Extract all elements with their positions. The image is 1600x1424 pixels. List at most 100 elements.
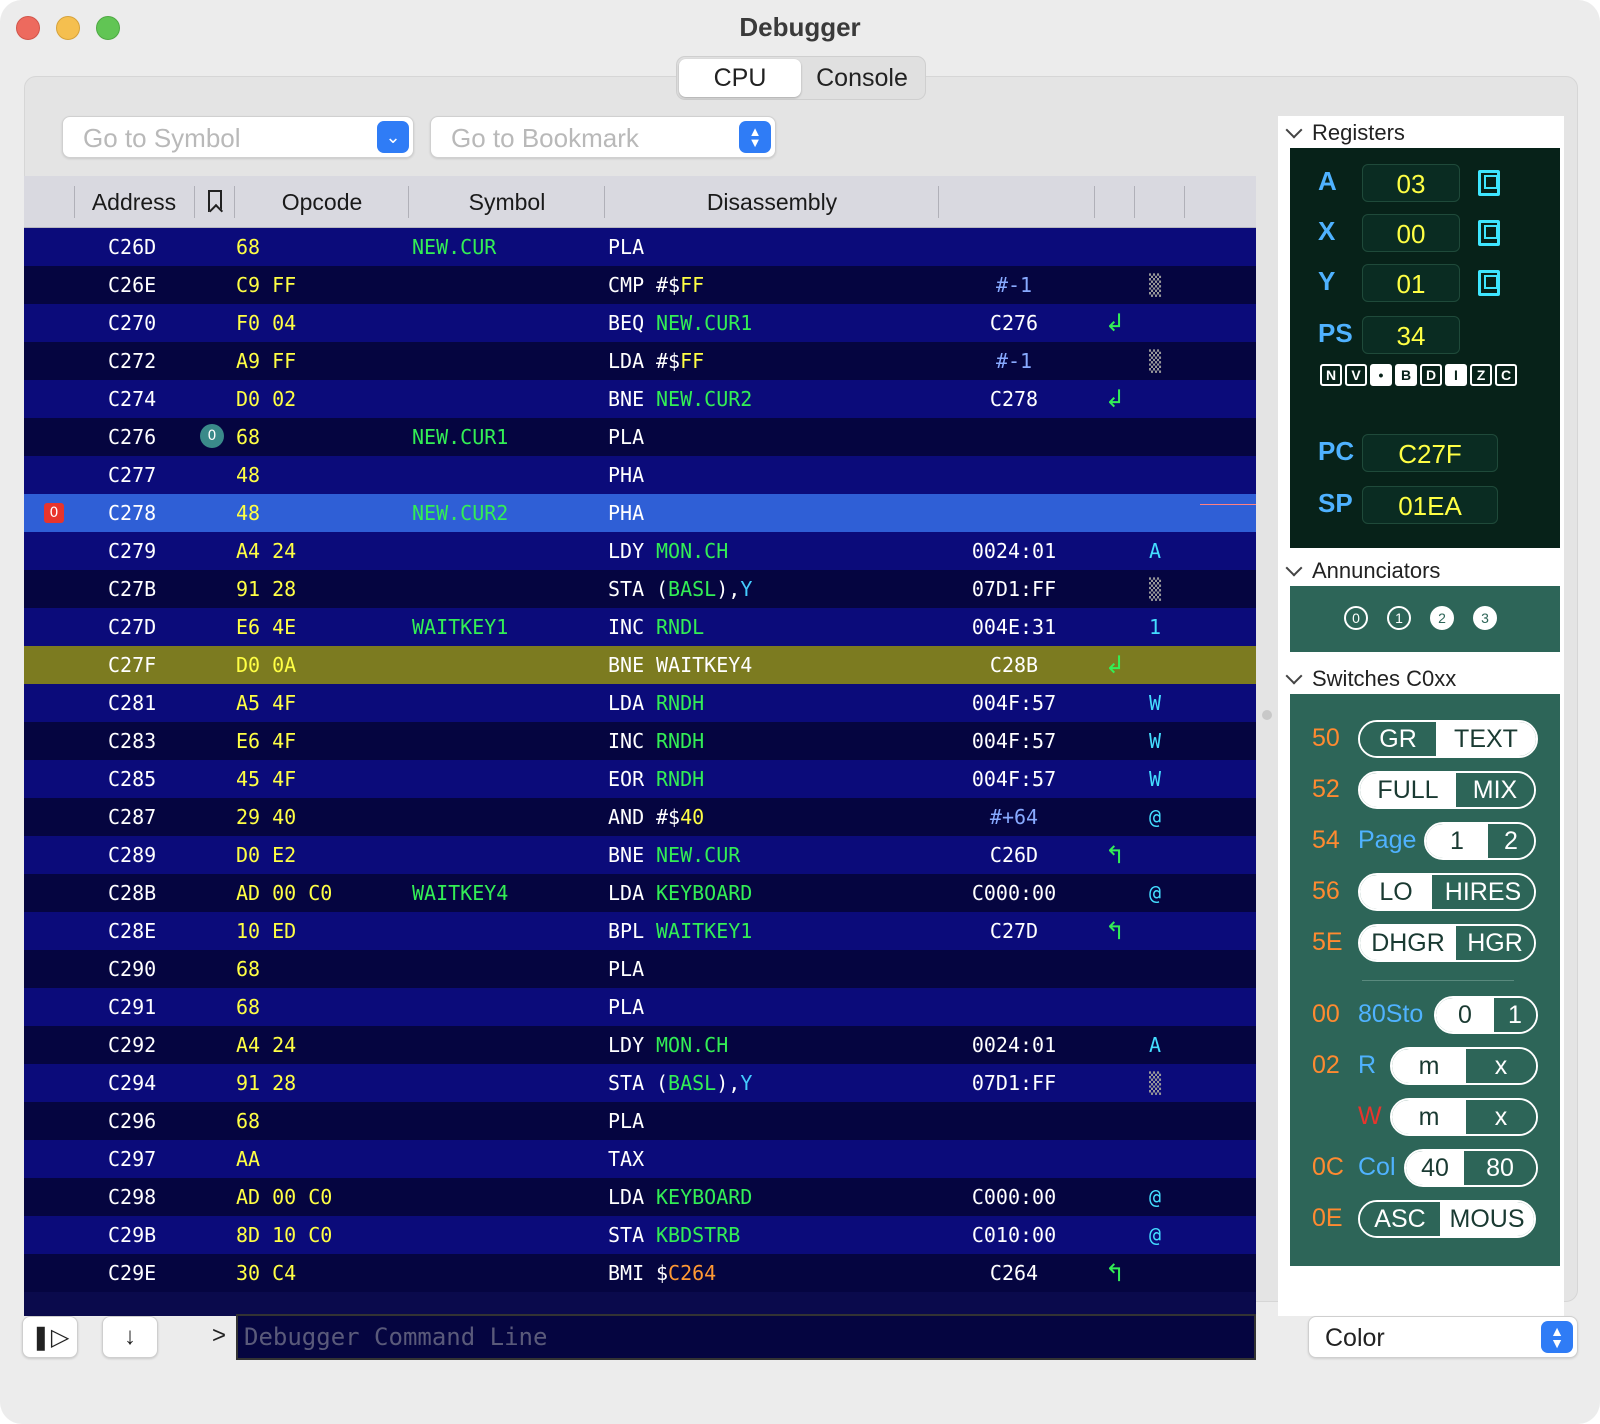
table-row[interactable]: C26D 68 NEW.CUR PLA (24, 228, 1256, 266)
switch-toggle[interactable]: 01 (1434, 996, 1538, 1034)
table-row[interactable]: C277 48 PHA (24, 456, 1256, 494)
bookmark-badge[interactable]: 0 (200, 424, 224, 448)
column-header-opcode[interactable]: Opcode (236, 176, 408, 228)
tab-console[interactable]: Console (801, 59, 923, 97)
switch-option-right[interactable]: 80 (1464, 1151, 1536, 1185)
switch-toggle[interactable]: LO HIRES (1358, 873, 1536, 911)
switch-option-right[interactable]: x (1466, 1100, 1536, 1134)
register-a-value[interactable]: 03 (1362, 164, 1460, 202)
flag-n[interactable]: N (1320, 364, 1342, 386)
chevron-down-icon[interactable]: ⌄ (377, 121, 409, 153)
table-row[interactable]: C298 AD 00 C0 LDA KEYBOARD C000:00 @ (24, 1178, 1256, 1216)
table-row[interactable]: C272 A9 FF LDA #$FF #-1 ▒ (24, 342, 1256, 380)
column-divider[interactable] (604, 186, 605, 218)
table-row[interactable]: C281 A5 4F LDA RNDH 004F:57 W (24, 684, 1256, 722)
table-row[interactable]: C270 F0 04 BEQ NEW.CUR1 C276 ↲ (24, 304, 1256, 342)
go-to-symbol-combobox[interactable]: Go to Symbol ⌄ (62, 116, 414, 158)
annunciator-3[interactable]: 3 (1473, 606, 1497, 630)
column-divider[interactable] (938, 186, 939, 218)
column-divider[interactable] (1184, 186, 1185, 218)
memory-icon[interactable] (1478, 220, 1500, 246)
column-divider[interactable] (194, 186, 195, 218)
switch-option-right[interactable]: x (1466, 1049, 1536, 1083)
table-row[interactable]: C292 A4 24 LDY MON.CH 0024:01 A (24, 1026, 1256, 1064)
switch-option-left[interactable]: ASC (1360, 1202, 1440, 1236)
switch-option-right[interactable]: MIX (1456, 773, 1534, 807)
table-row[interactable]: C26E C9 FF CMP #$FF #-1 ▒ (24, 266, 1256, 304)
switch-option-right[interactable]: MOUS (1440, 1202, 1534, 1236)
color-mode-popup[interactable]: Color ▲ ▼ (1308, 1316, 1578, 1358)
step-into-button[interactable]: ❚▷ (22, 1316, 78, 1358)
annunciator-2[interactable]: 2 (1430, 606, 1454, 630)
switch-option-right[interactable]: TEXT (1436, 722, 1536, 756)
step-over-button[interactable]: ↓ (102, 1316, 158, 1358)
table-row[interactable]: C290 68 PLA (24, 950, 1256, 988)
column-header-symbol[interactable]: Symbol (410, 176, 604, 228)
switch-toggle[interactable]: 40 80 (1404, 1149, 1538, 1187)
column-divider[interactable] (1094, 186, 1095, 218)
table-row[interactable]: C297 AA TAX (24, 1140, 1256, 1178)
annunciator-1[interactable]: 1 (1387, 606, 1411, 630)
register-sp-value[interactable]: 01EA (1362, 486, 1498, 524)
bookmark-icon[interactable] (208, 190, 222, 212)
table-row[interactable]: C274 D0 02 BNE NEW.CUR2 C278 ↲ (24, 380, 1256, 418)
column-divider[interactable] (408, 186, 409, 218)
flag-v[interactable]: V (1345, 364, 1367, 386)
table-row[interactable]: C29B 8D 10 C0 STA KBDSTRB C010:00 @ (24, 1216, 1256, 1254)
table-row[interactable]: 0 C278 48 NEW.CUR2 PHA (24, 494, 1256, 532)
annunciators-section-header[interactable]: Annunciators (1284, 558, 1440, 584)
column-divider[interactable] (1134, 186, 1135, 218)
column-divider[interactable] (74, 186, 75, 218)
table-row[interactable]: C296 68 PLA (24, 1102, 1256, 1140)
table-row[interactable]: C27B 91 28 STA (BASL),Y 07D1:FF ▒ (24, 570, 1256, 608)
flag-c[interactable]: C (1495, 364, 1517, 386)
switch-option-left[interactable]: m (1392, 1049, 1466, 1083)
switch-toggle[interactable]: mx (1390, 1047, 1538, 1085)
table-row[interactable]: C27F D0 0A BNE WAITKEY4 C28B ↲ (24, 646, 1256, 684)
switch-option-right[interactable]: 1 (1494, 998, 1536, 1032)
switch-option-left[interactable]: m (1392, 1100, 1466, 1134)
table-row[interactable]: C29E 30 C4 BMI $C264 C264 ↰ (24, 1254, 1256, 1292)
flag-unused[interactable]: • (1370, 364, 1392, 386)
register-ps-value[interactable]: 34 (1362, 316, 1460, 354)
debugger-command-line[interactable] (236, 1314, 1256, 1360)
memory-icon[interactable] (1478, 170, 1500, 196)
switch-toggle[interactable]: GR TEXT (1358, 720, 1538, 758)
table-row[interactable]: C279 A4 24 LDY MON.CH 0024:01 A (24, 532, 1256, 570)
table-row[interactable]: C28B AD 00 C0 WAITKEY4 LDA KEYBOARD C000:00 @ (24, 874, 1256, 912)
switch-toggle[interactable]: FULL MIX (1358, 771, 1536, 809)
switch-option-right[interactable]: 2 (1488, 824, 1534, 858)
table-row[interactable]: C27D E6 4E WAITKEY1 INC RNDL 004E:31 1 (24, 608, 1256, 646)
register-x-value[interactable]: 00 (1362, 214, 1460, 252)
switches-section-header[interactable]: Switches C0xx (1284, 666, 1456, 692)
switch-option-left[interactable]: 1 (1426, 824, 1488, 858)
switch-toggle[interactable]: ASC MOUS (1358, 1200, 1536, 1238)
column-divider[interactable] (234, 186, 235, 218)
register-pc-value[interactable]: C27F (1362, 434, 1498, 472)
table-row[interactable]: 0 C276 68 NEW.CUR1 PLA (24, 418, 1256, 456)
flag-z[interactable]: Z (1470, 364, 1492, 386)
tab-cpu[interactable]: CPU (679, 59, 801, 97)
table-row[interactable]: C287 29 40 AND #$40 #+64 @ (24, 798, 1256, 836)
column-header-disassembly[interactable]: Disassembly (606, 176, 938, 228)
go-to-bookmark-popup[interactable]: Go to Bookmark ▲ ▼ (430, 116, 776, 158)
flag-i[interactable]: I (1445, 364, 1467, 386)
switch-option-left[interactable]: GR (1360, 722, 1436, 756)
table-row[interactable]: C291 68 PLA (24, 988, 1256, 1026)
column-header-address[interactable]: Address (76, 176, 192, 228)
breakpoint-badge[interactable]: 0 (44, 503, 64, 523)
switch-toggle[interactable]: DHGR HGR (1358, 924, 1536, 962)
register-y-value[interactable]: 01 (1362, 264, 1460, 302)
flag-b[interactable]: B (1395, 364, 1417, 386)
switch-option-right[interactable]: HIRES (1432, 875, 1534, 909)
switch-toggle[interactable]: mx (1390, 1098, 1538, 1136)
switch-toggle[interactable]: 12 (1424, 822, 1536, 860)
splitter-handle[interactable] (1262, 710, 1272, 720)
memory-icon[interactable] (1478, 270, 1500, 296)
table-row[interactable]: C289 D0 E2 BNE NEW.CUR C26D ↰ (24, 836, 1256, 874)
annunciator-0[interactable]: 0 (1344, 606, 1368, 630)
command-input[interactable] (238, 1316, 1254, 1358)
switch-option-left[interactable]: DHGR (1360, 926, 1456, 960)
table-row[interactable]: C283 E6 4F INC RNDH 004F:57 W (24, 722, 1256, 760)
switch-option-left[interactable]: 40 (1406, 1151, 1464, 1185)
